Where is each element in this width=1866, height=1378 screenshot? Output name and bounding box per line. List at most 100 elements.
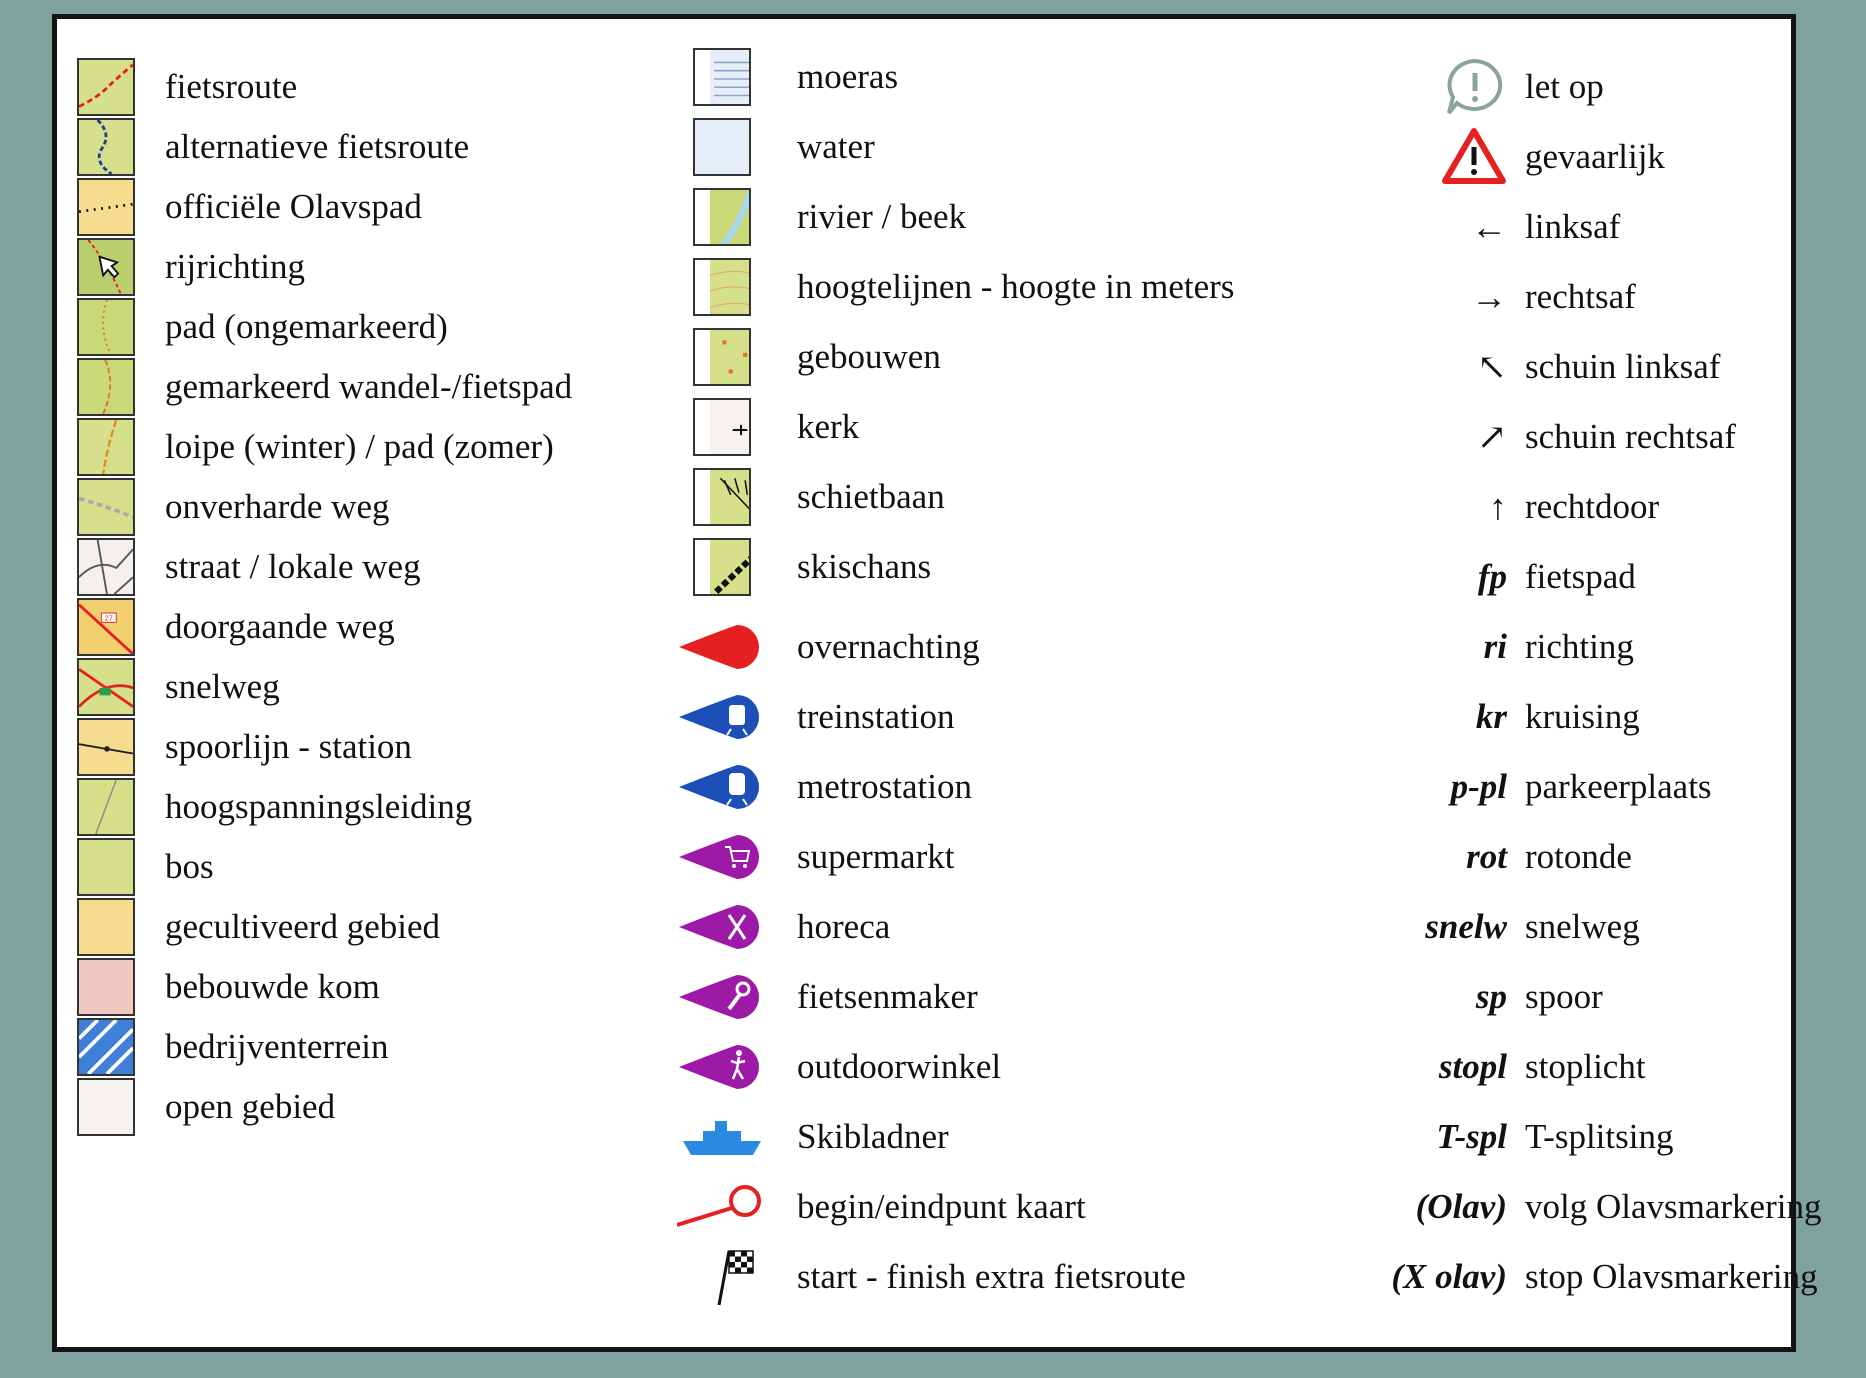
- cultivated-area-swatch: [77, 898, 135, 956]
- legend-label: alternatieve fietsroute: [165, 127, 470, 166]
- legend-item: horeca: [677, 897, 890, 957]
- legend-label: stoplicht: [1525, 1047, 1646, 1086]
- contour-lines-swatch: 110: [693, 258, 751, 316]
- legend-item: gebouwen: [677, 327, 941, 387]
- legend-item: rot rotonde: [1337, 827, 1632, 887]
- arrow-up-icon: ↑: [1489, 487, 1507, 527]
- legend-item: let op: [1337, 57, 1604, 117]
- legend-label: gecultiveerd gebied: [165, 907, 441, 946]
- legend-label: fietsroute: [165, 67, 298, 106]
- legend-label: water: [797, 127, 875, 166]
- legend-item: outdoorwinkel: [677, 1037, 1001, 1097]
- legend-item: stopl stoplicht: [1337, 1037, 1646, 1097]
- local-street-swatch: [77, 538, 135, 596]
- legend-label: overnachting: [797, 627, 980, 666]
- abbreviation: sp: [1475, 977, 1507, 1016]
- legend-label: open gebied: [165, 1087, 336, 1126]
- legend-item: p-pl parkeerplaats: [1337, 757, 1712, 817]
- legend-label: hoogtelijnen - hoogte in meters: [797, 267, 1235, 306]
- legend-label: fietsenmaker: [797, 977, 978, 1016]
- ski-jump-swatch: [693, 538, 751, 596]
- arrow-up-right-icon: ↗: [1476, 417, 1507, 457]
- legend-label: treinstation: [797, 697, 955, 736]
- legend-item: fp fietspad: [1337, 547, 1636, 607]
- legend-label: let op: [1525, 67, 1604, 106]
- legend-label: bos: [165, 847, 214, 886]
- arrow-left-icon: ←: [1471, 207, 1507, 247]
- legend-label: straat / lokale weg: [165, 547, 421, 586]
- legend-label: hoogspanningsleiding: [165, 787, 473, 826]
- legend-label: supermarkt: [797, 837, 955, 876]
- shooting-range-swatch: [693, 468, 751, 526]
- legend-label: parkeerplaats: [1525, 767, 1712, 806]
- motorway-swatch: [77, 658, 135, 716]
- abbreviation: fp: [1477, 557, 1507, 596]
- legend-label: kruising: [1525, 697, 1640, 736]
- buildings-swatch: [693, 328, 751, 386]
- legend-label: onverharde weg: [165, 487, 390, 526]
- legend-label: outdoorwinkel: [797, 1047, 1002, 1086]
- legend-item: T-spl T-splitsing: [1337, 1107, 1673, 1167]
- legend-item: supermarkt: [677, 827, 954, 887]
- legend-label: rijrichting: [165, 247, 305, 286]
- open-area-swatch: [77, 1078, 135, 1136]
- legend-label: gebouwen: [797, 337, 941, 376]
- legend-item: ↑ rechtdoor: [1337, 477, 1659, 537]
- legend-item: → rechtsaf: [1337, 267, 1636, 327]
- legend-label: rivier / beek: [797, 197, 967, 236]
- restaurant-pin-icon: [677, 897, 767, 957]
- abbreviation: p-pl: [1450, 767, 1507, 806]
- metro-station-pin-icon: [677, 757, 767, 817]
- warning-triangle-icon: [1442, 128, 1506, 184]
- river-swatch: [693, 188, 751, 246]
- legend-label: fietspad: [1525, 557, 1636, 596]
- train-station-pin-icon: [677, 687, 767, 747]
- legend-label: pad (ongemarkeerd): [165, 307, 448, 346]
- ski-trail-swatch: [77, 418, 135, 476]
- railway-swatch: [77, 718, 135, 776]
- legend-item: snelweg: [77, 657, 280, 717]
- legend-item: moeras: [677, 47, 898, 107]
- legend-item: bedrijventerrein: [77, 1017, 389, 1077]
- blue-dashed-route-swatch: [77, 118, 135, 176]
- legend-label: spoorlijn - station: [165, 727, 412, 766]
- through-road-swatch: 27: [77, 598, 135, 656]
- legend-item: begin/eindpunt kaart: [677, 1177, 1086, 1237]
- unmarked-path-swatch: [77, 298, 135, 356]
- legend-item: overnachting: [677, 617, 980, 677]
- arrow-up-left-icon: ↖: [1476, 347, 1507, 387]
- abbreviation: ri: [1483, 627, 1507, 666]
- map-start-end-icon: [677, 1177, 767, 1237]
- dotted-path-swatch: [77, 178, 135, 236]
- legend-label: begin/eindpunt kaart: [797, 1187, 1086, 1226]
- abbreviation: snelw: [1425, 907, 1507, 946]
- legend-item: Skibladner: [677, 1107, 949, 1167]
- built-up-area-swatch: [77, 958, 135, 1016]
- legend-label: linksaf: [1525, 207, 1621, 246]
- legend-item: alternatieve fietsroute: [77, 117, 469, 177]
- legend-label: loipe (winter) / pad (zomer): [165, 427, 554, 466]
- legend-item: sp spoor: [1337, 967, 1603, 1027]
- legend-label: schietbaan: [797, 477, 945, 516]
- legend-item: open gebied: [77, 1077, 335, 1137]
- legend-item: pad (ongemarkeerd): [77, 297, 448, 357]
- legend-item: loipe (winter) / pad (zomer): [77, 417, 554, 477]
- abbreviation: (Olav): [1415, 1187, 1507, 1226]
- legend-item: kr kruising: [1337, 687, 1640, 747]
- legend-item: start - finish extra fietsroute: [677, 1247, 1186, 1307]
- checkered-flag-icon: [677, 1247, 767, 1307]
- legend-label: volg Olavsmarkering: [1525, 1187, 1822, 1226]
- legend-item: 110 hoogtelijnen - hoogte in meters: [677, 257, 1234, 317]
- legend-item: spoorlijn - station: [77, 717, 412, 777]
- legend-label: snelweg: [165, 667, 280, 706]
- legend-item: treinstation: [677, 687, 954, 747]
- abbreviation: rot: [1466, 837, 1507, 876]
- legend-item: kerk: [677, 397, 859, 457]
- legend-item: bos: [77, 837, 214, 897]
- marked-path-swatch: [77, 358, 135, 416]
- outdoor-shop-pin-icon: [677, 1037, 767, 1097]
- legend-label: schuin linksaf: [1525, 347, 1721, 386]
- legend-label: metrostation: [797, 767, 972, 806]
- legend-label: rechtdoor: [1525, 487, 1660, 526]
- red-dashed-route-swatch: [77, 58, 135, 116]
